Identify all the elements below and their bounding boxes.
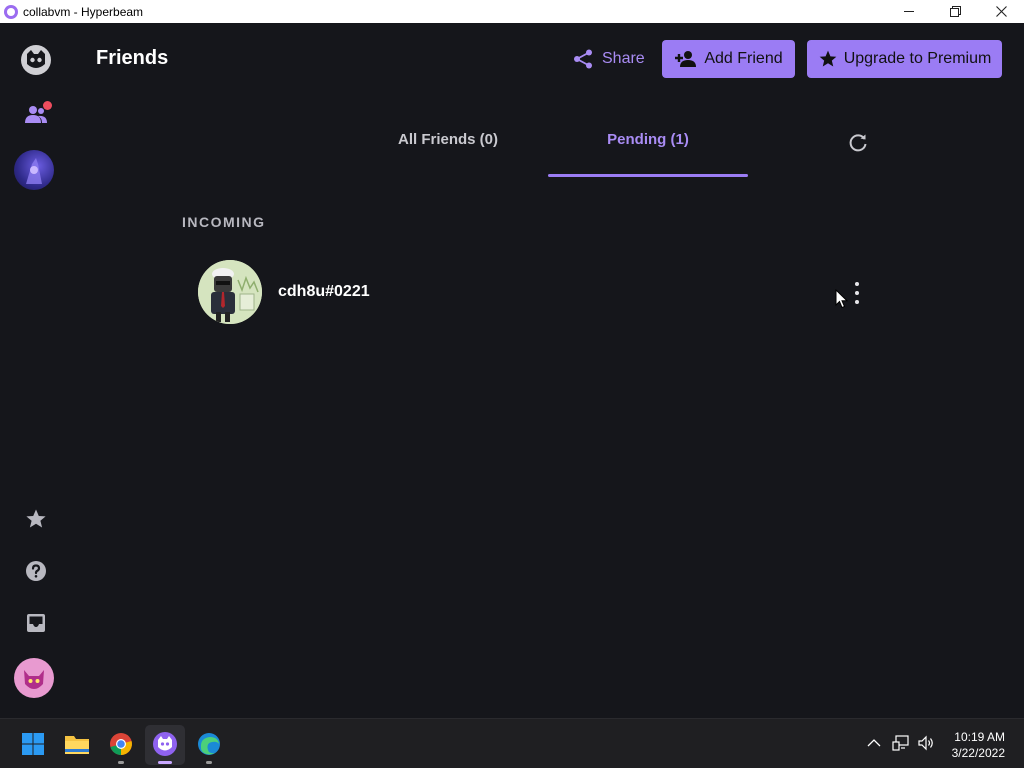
help-icon (26, 561, 46, 581)
taskbar-running-indicator (118, 761, 124, 764)
star-icon (26, 509, 46, 528)
windows-start-icon (22, 733, 44, 755)
volume-icon[interactable] (917, 734, 935, 752)
kebab-dot (855, 282, 859, 286)
window-titlebar: collabvm - Hyperbeam (0, 0, 1024, 23)
incoming-section-label: INCOMING (182, 214, 266, 230)
tab-all-friends[interactable]: All Friends (0) (348, 131, 548, 148)
taskbar-active-indicator (158, 761, 172, 764)
edge-icon (198, 733, 220, 755)
add-friend-button[interactable]: Add Friend (662, 40, 795, 78)
upgrade-premium-label: Upgrade to Premium (843, 50, 992, 67)
active-tab-indicator (548, 174, 748, 177)
taskbar: 10:19 AM 3/22/2022 (0, 718, 1024, 768)
window-title: collabvm - Hyperbeam (23, 4, 144, 19)
refresh-icon (849, 134, 867, 152)
edge-button[interactable] (193, 728, 225, 760)
restore-button[interactable] (932, 0, 978, 23)
page-title: Friends (96, 47, 169, 69)
kebab-dot (855, 300, 859, 304)
chevron-up-icon[interactable] (865, 734, 883, 752)
kebab-dot (855, 291, 859, 295)
sidebar (0, 23, 72, 718)
inbox-icon (27, 614, 45, 632)
share-icon (574, 49, 592, 69)
taskbar-running-indicator (206, 761, 212, 764)
chrome-button[interactable] (105, 728, 137, 760)
more-options-button[interactable] (850, 282, 864, 304)
network-icon[interactable] (892, 734, 910, 752)
mouse-cursor-icon (835, 289, 849, 309)
minimize-icon (903, 11, 914, 12)
friends-nav-item[interactable] (24, 101, 52, 125)
close-button[interactable] (978, 0, 1024, 23)
hyperbeam-app-icon (4, 4, 18, 19)
inbox-nav-item[interactable] (24, 611, 48, 635)
hyperbeam-logo-icon[interactable] (20, 44, 52, 76)
notification-dot (43, 101, 52, 110)
tab-pending[interactable]: Pending (1) (548, 131, 748, 148)
help-nav-item[interactable] (24, 559, 48, 583)
clock-time: 10:19 AM (954, 730, 1005, 744)
restore-icon (949, 6, 961, 17)
clock-date: 3/22/2022 (951, 746, 1005, 760)
friend-request-name: cdh8u#0221 (278, 283, 370, 300)
friend-request-row: cdh8u#0221 (198, 260, 870, 324)
upgrade-premium-button[interactable]: Upgrade to Premium (807, 40, 1002, 78)
windows-start-button[interactable] (17, 728, 49, 760)
refresh-button[interactable] (847, 132, 869, 154)
window-controls (886, 0, 1024, 23)
app-container: Friends Share Add Friend Upgrade to Prem… (0, 23, 1024, 718)
add-friend-label: Add Friend (704, 50, 783, 67)
chrome-icon (110, 733, 132, 755)
user-avatar[interactable] (14, 658, 54, 698)
star-icon (819, 50, 837, 67)
hyperbeam-icon (153, 732, 177, 756)
friend-avatar[interactable] (198, 260, 262, 324)
taskbar-clock[interactable]: 10:19 AM 3/22/2022 (952, 729, 1005, 761)
minimize-button[interactable] (886, 0, 932, 23)
share-label: Share (602, 50, 645, 67)
file-explorer-icon (65, 736, 89, 754)
share-button[interactable]: Share (572, 40, 645, 78)
room-avatar[interactable] (14, 150, 54, 190)
close-icon (995, 6, 1007, 17)
favorites-nav-item[interactable] (24, 507, 48, 531)
file-explorer-button[interactable] (61, 728, 93, 760)
hyperbeam-taskbar-button[interactable] (149, 728, 181, 760)
add-user-icon (675, 51, 697, 67)
